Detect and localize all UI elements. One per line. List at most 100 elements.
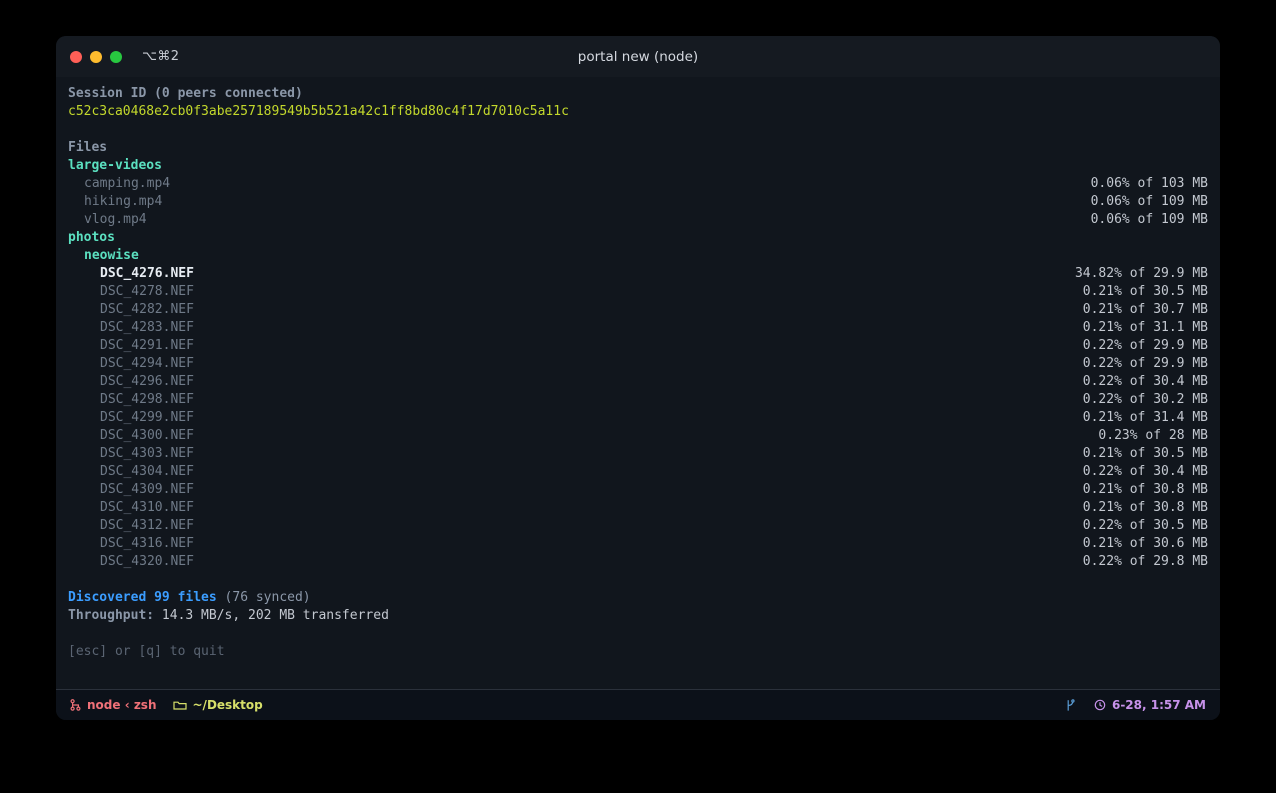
file-progress-size: 0.22% of 30.5 MB	[1082, 518, 1208, 533]
file-row[interactable]: camping.mp4 0.06% of 103 MB	[68, 175, 1208, 193]
file-progress-size: 0.21% of 30.8 MB	[1082, 482, 1208, 497]
process-icon	[70, 699, 81, 711]
directory-name: photos	[68, 230, 115, 245]
status-bar-left: node ‹ zsh ~/Desktop	[70, 698, 263, 712]
window-titlebar: ⌥⌘2 portal new (node)	[56, 36, 1220, 77]
file-progress-size: 0.22% of 30.4 MB	[1082, 374, 1208, 389]
directory-row[interactable]: photos	[68, 229, 1208, 247]
throughput-row: Throughput: 14.3 MB/s, 202 MB transferre…	[68, 607, 1208, 625]
file-row[interactable]: DSC_4303.NEF 0.21% of 30.5 MB	[68, 445, 1208, 463]
folder-icon	[172, 699, 187, 711]
file-row[interactable]: DSC_4298.NEF 0.22% of 30.2 MB	[68, 391, 1208, 409]
terminal-content[interactable]: Session ID (0 peers connected) c52c3ca04…	[56, 77, 1220, 689]
file-name: DSC_4309.NEF	[100, 482, 194, 497]
file-name: DSC_4320.NEF	[100, 554, 194, 569]
file-row[interactable]: DSC_4291.NEF 0.22% of 29.9 MB	[68, 337, 1208, 355]
status-process-group[interactable]: node ‹ zsh	[70, 698, 157, 712]
files-header-label: Files	[68, 140, 108, 155]
file-progress-size: 0.22% of 30.2 MB	[1082, 392, 1208, 407]
files-header-row: Files	[68, 139, 1208, 157]
zoom-button-icon[interactable]	[110, 50, 122, 63]
file-row[interactable]: DSC_4294.NEF 0.22% of 29.9 MB	[68, 355, 1208, 373]
file-progress-size: 0.21% of 30.7 MB	[1082, 302, 1208, 317]
file-name: DSC_4298.NEF	[100, 392, 194, 407]
file-tree[interactable]: large-videos camping.mp4 0.06% of 103 MB hi…	[68, 157, 1208, 571]
file-name: DSC_4282.NEF	[100, 302, 194, 317]
file-row[interactable]: DSC_4283.NEF 0.21% of 31.1 MB	[68, 319, 1208, 337]
status-process-label[interactable]: node ‹ zsh	[87, 698, 157, 712]
tab-shortcut-label[interactable]: ⌥⌘2	[142, 49, 179, 64]
file-name: DSC_4299.NEF	[100, 410, 194, 425]
directory-row[interactable]: large-videos	[68, 157, 1208, 175]
file-progress-size: 0.21% of 30.5 MB	[1082, 284, 1208, 299]
file-name: DSC_4316.NEF	[100, 536, 194, 551]
file-row[interactable]: DSC_4312.NEF 0.22% of 30.5 MB	[68, 517, 1208, 535]
file-name: vlog.mp4	[84, 212, 147, 227]
session-id-row[interactable]: c52c3ca0468e2cb0f3abe257189549b5b521a42c…	[68, 103, 1208, 121]
directory-name: neowise	[84, 248, 139, 263]
file-name: hiking.mp4	[84, 194, 163, 209]
file-progress-size: 0.22% of 29.9 MB	[1082, 338, 1208, 353]
file-row[interactable]: DSC_4282.NEF 0.21% of 30.7 MB	[68, 301, 1208, 319]
file-name: DSC_4291.NEF	[100, 338, 194, 353]
status-time-group: 6-28, 1:57 AM	[1094, 698, 1206, 712]
file-name: DSC_4312.NEF	[100, 518, 194, 533]
file-name: camping.mp4	[84, 176, 171, 191]
minimize-button-icon[interactable]	[90, 50, 102, 63]
file-progress-size: 0.06% of 109 MB	[1090, 212, 1208, 227]
file-row[interactable]: DSC_4296.NEF 0.22% of 30.4 MB	[68, 373, 1208, 391]
file-row[interactable]: hiking.mp4 0.06% of 109 MB	[68, 193, 1208, 211]
session-id-value[interactable]: c52c3ca0468e2cb0f3abe257189549b5b521a42c…	[68, 103, 569, 121]
directory-row[interactable]: neowise	[68, 247, 1208, 265]
git-branch-icon[interactable]	[1065, 698, 1076, 712]
file-row[interactable]: DSC_4320.NEF 0.22% of 29.8 MB	[68, 553, 1208, 571]
status-bar-right: 6-28, 1:57 AM	[1065, 698, 1206, 712]
file-progress-size: 0.21% of 30.6 MB	[1082, 536, 1208, 551]
status-path-group[interactable]: ~/Desktop	[172, 698, 263, 712]
traffic-lights	[70, 50, 122, 63]
status-path-label[interactable]: ~/Desktop	[193, 698, 263, 712]
close-button-icon[interactable]	[70, 50, 82, 63]
file-name: DSC_4310.NEF	[100, 500, 194, 515]
quit-hint-row: [esc] or [q] to quit	[68, 643, 1208, 661]
file-row[interactable]: DSC_4276.NEF 34.82% of 29.9 MB	[68, 265, 1208, 283]
file-name: DSC_4300.NEF	[100, 428, 194, 443]
synced-count-label: (76 synced)	[216, 590, 311, 605]
quit-hint-label: [esc] or [q] to quit	[68, 644, 225, 659]
file-name: DSC_4278.NEF	[100, 284, 194, 299]
session-header-label: Session ID (0 peers connected)	[68, 86, 303, 101]
file-name: DSC_4303.NEF	[100, 446, 194, 461]
file-progress-size: 0.21% of 31.1 MB	[1082, 320, 1208, 335]
file-row[interactable]: DSC_4309.NEF 0.21% of 30.8 MB	[68, 481, 1208, 499]
session-header-row: Session ID (0 peers connected)	[68, 85, 1208, 103]
file-name: DSC_4296.NEF	[100, 374, 194, 389]
file-row[interactable]: DSC_4278.NEF 0.21% of 30.5 MB	[68, 283, 1208, 301]
file-progress-size: 34.82% of 29.9 MB	[1074, 266, 1208, 281]
file-progress-size: 0.06% of 109 MB	[1090, 194, 1208, 209]
file-progress-size: 0.22% of 29.8 MB	[1082, 554, 1208, 569]
file-row[interactable]: DSC_4316.NEF 0.21% of 30.6 MB	[68, 535, 1208, 553]
throughput-label: Throughput:	[68, 608, 155, 623]
discovered-row: Discovered 99 files (76 synced)	[68, 589, 1208, 607]
file-row[interactable]: DSC_4300.NEF 0.23% of 28 MB	[68, 427, 1208, 445]
file-name: DSC_4283.NEF	[100, 320, 194, 335]
file-progress-size: 0.21% of 31.4 MB	[1082, 410, 1208, 425]
window-title: portal new (node)	[577, 48, 699, 65]
file-name: DSC_4294.NEF	[100, 356, 194, 371]
file-progress-size: 0.21% of 30.8 MB	[1082, 500, 1208, 515]
file-row[interactable]: DSC_4304.NEF 0.22% of 30.4 MB	[68, 463, 1208, 481]
file-progress-size: 0.22% of 30.4 MB	[1082, 464, 1208, 479]
file-progress-size: 0.06% of 103 MB	[1090, 176, 1208, 191]
status-time-label: 6-28, 1:57 AM	[1111, 698, 1206, 712]
status-bar: node ‹ zsh ~/Desktop 6-28, 1:57 AM	[56, 689, 1220, 720]
discovered-count-label: Discovered 99 files	[68, 590, 217, 605]
file-row[interactable]: DSC_4299.NEF 0.21% of 31.4 MB	[68, 409, 1208, 427]
directory-name: large-videos	[68, 158, 162, 173]
file-progress-size: 0.22% of 29.9 MB	[1082, 356, 1208, 371]
throughput-value: 14.3 MB/s, 202 MB transferred	[154, 608, 389, 623]
file-name: DSC_4276.NEF	[100, 266, 194, 281]
file-row[interactable]: DSC_4310.NEF 0.21% of 30.8 MB	[68, 499, 1208, 517]
file-row[interactable]: vlog.mp4 0.06% of 109 MB	[68, 211, 1208, 229]
